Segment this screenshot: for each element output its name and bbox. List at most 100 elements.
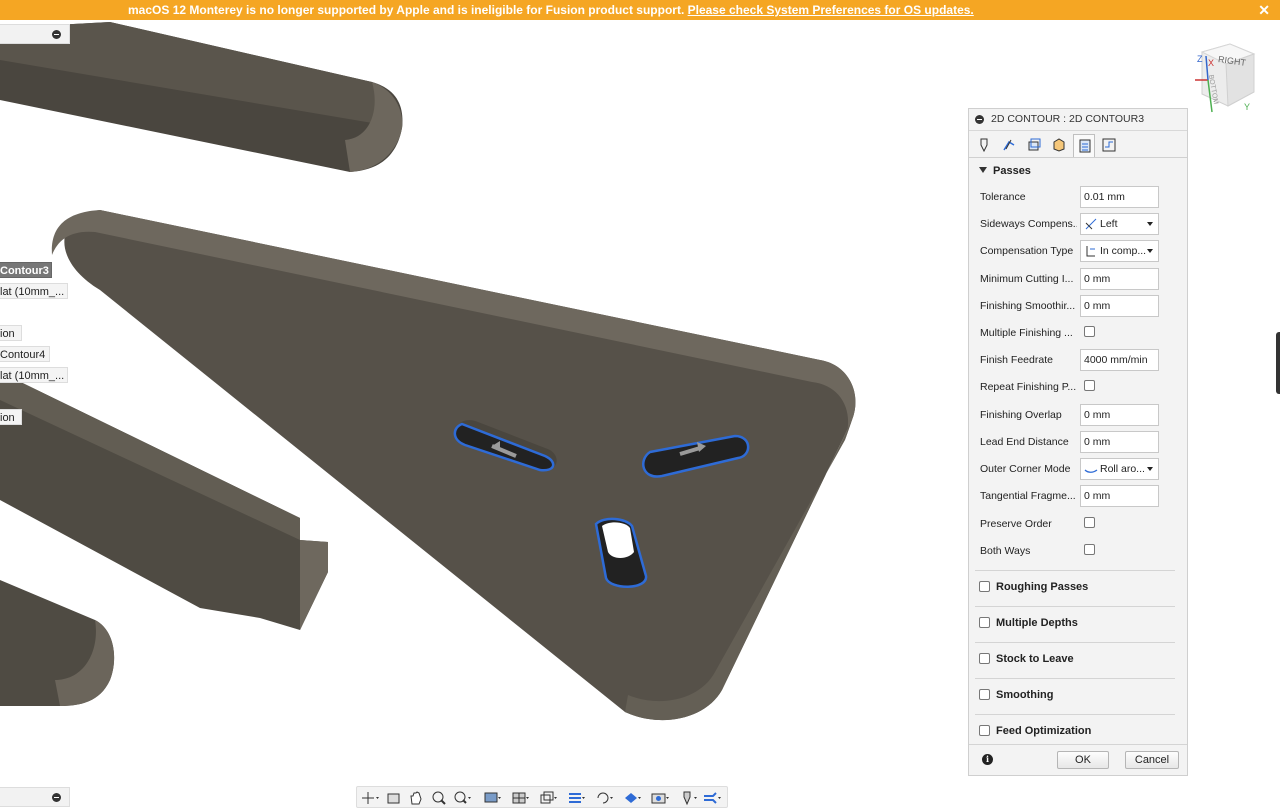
side-panel-handle[interactable] <box>1276 332 1280 394</box>
fit-zoom-icon[interactable] <box>453 790 473 806</box>
row-compensation-type: Compensation Type In comp... <box>980 240 1180 262</box>
row-tolerance: Tolerance 0.01 mm <box>980 186 1180 208</box>
tab-heights[interactable] <box>1023 134 1045 155</box>
feed-optimization-label: Feed Optimization <box>996 725 1092 737</box>
row-sideways-compensation: Sideways Compens... Left <box>980 213 1180 235</box>
geometry-icon <box>1003 139 1015 151</box>
roughing-passes-checkbox[interactable] <box>979 581 990 592</box>
compensation-type-select[interactable]: In comp... <box>1080 240 1159 262</box>
preserve-order-checkbox[interactable] <box>1084 517 1095 528</box>
tangential-fragment-input[interactable]: 0 mm <box>1080 485 1159 507</box>
viewcube[interactable]: RIGHT BOTTOM Z X Y <box>1192 40 1262 115</box>
smoothing-label: Smoothing <box>996 689 1054 701</box>
tree-item-simulation-1[interactable]: ion <box>0 325 22 341</box>
dialog-header: 2D CONTOUR : 2D CONTOUR3 <box>969 109 1187 131</box>
divider <box>975 642 1175 643</box>
divider <box>975 678 1175 679</box>
collapse-icon[interactable] <box>52 30 61 39</box>
minimum-cutting-label: Minimum Cutting I... <box>980 273 1074 285</box>
tree-collapse-top[interactable] <box>0 24 70 44</box>
tree-collapse-bottom[interactable] <box>0 787 70 807</box>
banner-message-wrap: macOS 12 Monterey is no longer supported… <box>128 0 974 20</box>
tool-display-icon[interactable] <box>679 790 699 806</box>
collapse-dialog-icon[interactable] <box>975 115 984 124</box>
sideways-compensation-label: Sideways Compens... <box>980 218 1077 230</box>
group-stock-to-leave[interactable]: Stock to Leave <box>979 649 1175 671</box>
finish-feedrate-input[interactable]: 4000 mm/min <box>1080 349 1159 371</box>
zoom-icon[interactable] <box>430 790 450 806</box>
sideways-compensation-select[interactable]: Left <box>1080 213 1159 235</box>
viewports-icon[interactable] <box>539 790 559 806</box>
rotate-view-icon[interactable] <box>595 790 615 806</box>
outer-corner-mode-value: Roll aro... <box>1100 463 1145 475</box>
passes-section-header[interactable]: Passes <box>979 165 1031 177</box>
outer-corner-mode-select[interactable]: Roll aro... <box>1080 458 1159 480</box>
navigation-toolbar <box>356 786 728 808</box>
dropdown-arrow-icon <box>1147 467 1153 471</box>
row-lead-end-distance: Lead End Distance 0 mm <box>980 431 1180 453</box>
axis-x-label: X <box>1208 58 1215 68</box>
divider <box>975 570 1175 571</box>
passes-section-title: Passes <box>993 165 1031 177</box>
tab-geometry[interactable] <box>998 134 1020 155</box>
camera-icon[interactable] <box>651 790 671 806</box>
multiple-finishing-label: Multiple Finishing ... <box>980 327 1073 339</box>
tree-item-tool-1[interactable]: lat (10mm_... <box>0 283 68 299</box>
minimum-cutting-input[interactable]: 0 mm <box>1080 268 1159 290</box>
tree-item-contour4[interactable]: Contour4 <box>0 346 50 362</box>
ok-button[interactable]: OK <box>1057 751 1109 769</box>
lead-end-distance-input[interactable]: 0 mm <box>1080 431 1159 453</box>
tab-passes[interactable] <box>1073 134 1095 157</box>
info-icon[interactable]: i <box>982 754 993 765</box>
tree-item-tool-2[interactable]: lat (10mm_... <box>0 367 68 383</box>
collapse-icon[interactable] <box>52 793 61 802</box>
banner-link[interactable]: Please check System Preferences for OS u… <box>688 3 974 17</box>
dropdown-arrow-icon <box>1147 249 1153 253</box>
section-analysis-icon[interactable] <box>567 790 587 806</box>
orbit-move-icon[interactable] <box>361 790 381 806</box>
group-multiple-depths[interactable]: Multiple Depths <box>979 613 1175 635</box>
group-roughing-passes[interactable]: Roughing Passes <box>979 577 1175 599</box>
row-minimum-cutting-radius: Minimum Cutting I... 0 mm <box>980 268 1180 290</box>
multiple-depths-label: Multiple Depths <box>996 617 1078 629</box>
compensation-type-label: Compensation Type <box>980 245 1074 257</box>
tree-item-contour3[interactable]: Contour3 <box>0 262 52 278</box>
both-ways-checkbox[interactable] <box>1084 544 1095 555</box>
preserve-order-label: Preserve Order <box>980 518 1052 530</box>
display-settings-icon[interactable] <box>483 790 503 806</box>
tab-stock[interactable] <box>1048 134 1070 155</box>
row-finishing-overlap: Finishing Overlap 0 mm <box>980 404 1180 426</box>
finishing-smoothing-input[interactable]: 0 mm <box>1080 295 1159 317</box>
row-both-ways: Both Ways <box>980 540 1180 562</box>
feed-optimization-checkbox[interactable] <box>979 725 990 736</box>
finishing-overlap-label: Finishing Overlap <box>980 409 1062 421</box>
banner-close-icon[interactable]: ✕ <box>1258 0 1270 20</box>
tree-item-simulation-2[interactable]: ion <box>0 409 22 425</box>
tool-icon <box>980 138 988 153</box>
os-warning-banner: macOS 12 Monterey is no longer supported… <box>0 0 1280 20</box>
axis-z-label: Z <box>1197 54 1203 64</box>
smoothing-checkbox[interactable] <box>979 689 990 700</box>
finishing-overlap-input[interactable]: 0 mm <box>1080 404 1159 426</box>
simulation-display-icon[interactable] <box>623 790 643 806</box>
row-outer-corner-mode: Outer Corner Mode Roll aro... <box>980 458 1180 480</box>
multiple-depths-checkbox[interactable] <box>979 617 990 628</box>
multiple-finishing-checkbox[interactable] <box>1084 326 1095 337</box>
toolpath-display-icon[interactable] <box>703 790 723 806</box>
tab-linking[interactable] <box>1098 134 1120 155</box>
pan-icon[interactable] <box>407 790 427 806</box>
expand-triangle-icon[interactable] <box>979 167 987 173</box>
look-at-icon[interactable] <box>385 790 405 806</box>
tolerance-input[interactable]: 0.01 mm <box>1080 186 1159 208</box>
grid-icon[interactable] <box>511 790 531 806</box>
passes-icon <box>1079 139 1091 153</box>
finishing-smoothing-label: Finishing Smoothir... <box>980 300 1076 312</box>
group-smoothing[interactable]: Smoothing <box>979 685 1175 707</box>
row-finish-feedrate: Finish Feedrate 4000 mm/min <box>980 349 1180 371</box>
group-feed-optimization[interactable]: Feed Optimization <box>979 721 1175 743</box>
stock-to-leave-checkbox[interactable] <box>979 653 990 664</box>
repeat-finishing-checkbox[interactable] <box>1084 380 1095 391</box>
tab-tool[interactable] <box>973 134 995 155</box>
cancel-button[interactable]: Cancel <box>1125 751 1179 769</box>
axis-y-label: Y <box>1244 102 1251 112</box>
